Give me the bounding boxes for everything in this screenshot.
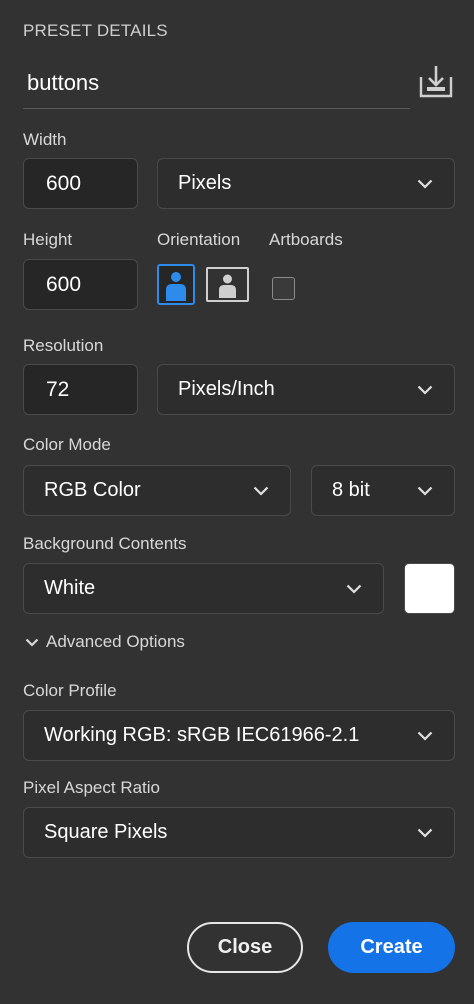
orientation-label: Orientation (157, 230, 241, 249)
artboards-label: Artboards (269, 230, 343, 249)
width-input[interactable]: 600 (23, 158, 138, 209)
color-mode-label: Color Mode (23, 435, 111, 454)
bit-depth-select[interactable]: 8 bit (311, 465, 455, 516)
width-value: 600 (46, 171, 82, 195)
chevron-down-icon (416, 727, 434, 745)
save-preset-icon[interactable] (418, 63, 454, 99)
chevron-down-icon (23, 638, 41, 647)
height-input[interactable]: 600 (23, 259, 138, 310)
chevron-down-icon (252, 482, 270, 500)
pixel-aspect-select[interactable]: Square Pixels (23, 807, 455, 858)
advanced-options-toggle[interactable]: Advanced Options (23, 632, 185, 652)
chevron-down-icon (416, 175, 434, 193)
chevron-down-icon (345, 580, 363, 598)
color-profile-label: Color Profile (23, 681, 117, 700)
portrait-icon (166, 272, 186, 301)
landscape-icon (219, 274, 236, 298)
resolution-unit-select[interactable]: Pixels/Inch (157, 364, 455, 415)
resolution-label: Resolution (23, 336, 104, 355)
color-profile-select[interactable]: Working RGB: sRGB IEC61966-2.1 (23, 710, 455, 761)
chevron-down-icon (416, 824, 434, 842)
background-select[interactable]: White (23, 563, 384, 614)
chevron-down-icon (416, 381, 434, 399)
close-button[interactable]: Close (187, 922, 303, 973)
create-button[interactable]: Create (328, 922, 455, 973)
color-mode-select[interactable]: RGB Color (23, 465, 291, 516)
background-value: White (44, 577, 96, 599)
artboards-checkbox[interactable] (272, 277, 295, 300)
advanced-options-label: Advanced Options (46, 632, 185, 651)
background-color-swatch[interactable] (404, 563, 455, 614)
preset-name-value: buttons (27, 70, 100, 95)
width-unit-value: Pixels (178, 172, 232, 194)
preset-name-field[interactable]: buttons (23, 58, 410, 109)
resolution-value: 72 (46, 377, 70, 401)
orientation-portrait-button[interactable] (157, 264, 195, 305)
width-label: Width (23, 130, 67, 149)
color-profile-value: Working RGB: sRGB IEC61966-2.1 (44, 724, 360, 746)
section-title: PRESET DETAILS (23, 21, 168, 40)
background-label: Background Contents (23, 534, 187, 553)
resolution-input[interactable]: 72 (23, 364, 138, 415)
height-value: 600 (46, 272, 82, 296)
resolution-unit-value: Pixels/Inch (178, 378, 275, 400)
chevron-down-icon (416, 482, 434, 500)
bit-depth-value: 8 bit (332, 479, 370, 501)
pixel-aspect-value: Square Pixels (44, 821, 168, 843)
color-mode-value: RGB Color (44, 479, 141, 501)
orientation-landscape-button[interactable] (206, 267, 249, 302)
height-label: Height (23, 230, 73, 249)
width-unit-select[interactable]: Pixels (157, 158, 455, 209)
pixel-aspect-label: Pixel Aspect Ratio (23, 778, 161, 797)
